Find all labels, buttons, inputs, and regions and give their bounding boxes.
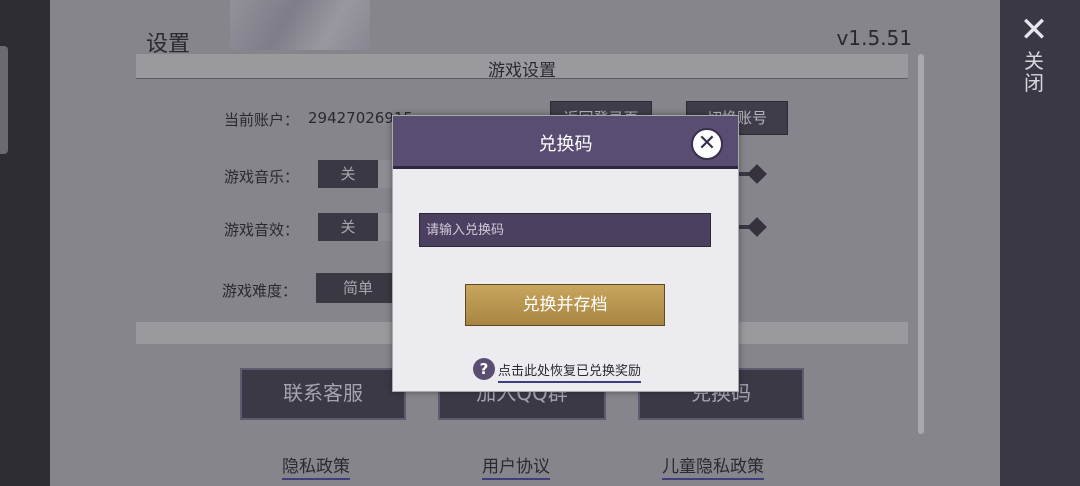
redeem-and-save-button[interactable]: 兑换并存档 xyxy=(465,284,665,326)
version-label: v1.5.51 xyxy=(836,26,912,50)
redeem-code-input[interactable] xyxy=(419,213,711,247)
account-label: 当前账户： xyxy=(224,111,300,129)
close-icon: ✕ xyxy=(697,131,717,156)
close-icon[interactable]: ✕ xyxy=(1018,13,1050,47)
music-off-button[interactable]: 关 xyxy=(318,160,378,188)
dialog-close-button[interactable]: ✕ xyxy=(691,128,723,160)
redeem-code-dialog: 兑换码 ✕ 兑换并存档 ? 点击此处恢复已兑换奖励 xyxy=(392,115,739,392)
sound-label: 游戏音效： xyxy=(224,221,300,239)
dialog-header: 兑换码 ✕ xyxy=(393,116,738,169)
restore-rewards-link[interactable]: 点击此处恢复已兑换奖励 xyxy=(498,360,642,383)
music-slider-knob[interactable] xyxy=(747,164,767,184)
privacy-policy-link[interactable]: 隐私政策 xyxy=(282,452,350,480)
contact-support-button[interactable]: 联系客服 xyxy=(240,368,406,420)
child-privacy-policy-link[interactable]: 儿童隐私政策 xyxy=(662,452,764,480)
section-title: 游戏设置 xyxy=(488,61,556,81)
background-art xyxy=(230,0,370,50)
side-drawer-handle[interactable] xyxy=(0,46,8,154)
user-agreement-link[interactable]: 用户协议 xyxy=(482,452,550,480)
scrollbar[interactable] xyxy=(918,54,924,434)
section-header-game-settings: 游戏设置 xyxy=(136,54,908,81)
music-label: 游戏音乐： xyxy=(224,168,300,186)
dialog-title: 兑换码 xyxy=(538,134,593,155)
difficulty-easy-button[interactable]: 简单 xyxy=(316,273,400,303)
sound-off-button[interactable]: 关 xyxy=(318,213,378,241)
difficulty-label: 游戏难度： xyxy=(222,282,298,300)
close-label[interactable]: 关闭 xyxy=(1022,50,1046,94)
help-icon[interactable]: ? xyxy=(473,358,495,380)
sound-slider-knob[interactable] xyxy=(747,217,767,237)
